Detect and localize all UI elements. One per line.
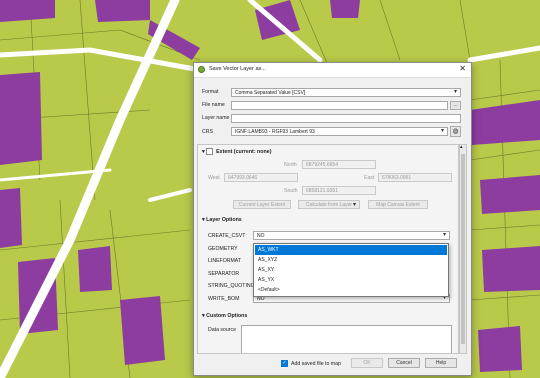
south-field: 6858121.9361 [302, 186, 376, 195]
globe-icon[interactable]: ◍ [450, 126, 461, 137]
layer-options-title: Layer Options [206, 217, 242, 223]
close-icon[interactable]: ✕ [459, 65, 466, 73]
scrollbar-thumb[interactable] [461, 154, 465, 344]
dialog-title: Save Vector Layer as... [209, 66, 266, 72]
crs-select[interactable]: IGNF:LAMB93 - RGF93 Lambert 93 [231, 127, 448, 136]
add-to-map-checkbox[interactable]: ✓ [281, 360, 288, 367]
format-select[interactable]: Comma Separated Value [CSV] [231, 88, 461, 97]
browse-button[interactable]: ... [450, 101, 461, 110]
ok-button[interactable]: OK [351, 358, 383, 368]
calculate-from-layer-button[interactable]: Calculate from Layer [298, 200, 360, 209]
custom-options-title: Custom Options [206, 313, 248, 319]
north-label: North [284, 162, 297, 168]
map-canvas-extent-button[interactable]: Map Canvas Extent [368, 200, 428, 209]
filename-input[interactable] [231, 101, 448, 110]
scroll-up-icon[interactable]: ▴ [460, 144, 463, 150]
dialog-titlebar: Save Vector Layer as... ✕ [194, 63, 471, 78]
option-label: SEPARATOR [208, 271, 240, 277]
save-vector-layer-dialog: Save Vector Layer as... ✕ Format Comma S… [193, 62, 472, 376]
geometry-option[interactable]: AS_YX [255, 275, 447, 285]
cancel-button[interactable]: Cancel [388, 358, 420, 368]
north-field: 6879245.6654 [302, 160, 376, 169]
geometry-option[interactable]: <Default> [255, 285, 447, 295]
datasource-textarea[interactable] [241, 325, 452, 353]
extent-checkbox[interactable] [206, 148, 214, 155]
add-to-map-row[interactable]: ✓ Add saved file to map [281, 360, 341, 367]
layername-label: Layer name [202, 115, 230, 121]
current-layer-extent-button[interactable]: Current Layer Extent [233, 200, 291, 209]
geometry-option-selected[interactable]: AS_WKT [255, 245, 447, 255]
format-label: Format [202, 89, 219, 95]
layer-options-section-header[interactable]: ▾ Layer Options [202, 217, 242, 223]
add-to-map-label: Add saved file to map [291, 360, 341, 367]
south-label: South [284, 188, 298, 194]
datasource-label: Data source [208, 327, 236, 333]
geometry-option[interactable]: AS_XY [255, 265, 447, 275]
option-label: WRITE_BOM [208, 296, 240, 302]
west-field: 647993.0646 [224, 173, 298, 182]
create-csvt-select[interactable]: NO [253, 231, 450, 240]
custom-options-section-header[interactable]: ▾ Custom Options [202, 313, 247, 319]
east-field: 678063.0951 [378, 173, 452, 182]
geometry-option[interactable]: AS_XYZ [255, 255, 447, 265]
option-label: LINEFORMAT [208, 258, 242, 264]
extent-title: Extent (current: none) [216, 148, 272, 155]
extent-section-header[interactable]: ▾ Extent (current: none) [202, 148, 271, 155]
west-label: West [208, 175, 220, 181]
layername-input[interactable] [231, 114, 461, 123]
help-button[interactable]: Help [425, 358, 457, 368]
option-label: STRING_QUOTING [208, 283, 255, 289]
filename-label: File name [202, 102, 225, 108]
crs-label: CRS [202, 129, 213, 135]
options-scrollbar[interactable]: ▴ [459, 144, 467, 354]
qgis-logo-icon [198, 66, 205, 73]
option-label: GEOMETRY [208, 246, 238, 252]
option-label: CREATE_CSVT [208, 233, 246, 239]
geometry-dropdown-list[interactable]: AS_WKT AS_XYZ AS_XY AS_YX <Default> [253, 243, 449, 297]
east-label: East [364, 175, 375, 181]
